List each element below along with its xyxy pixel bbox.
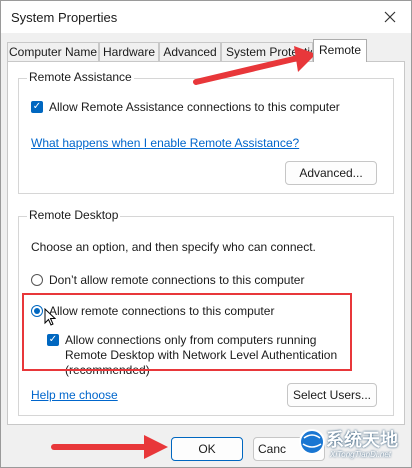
arrow-to-ok-icon (51, 435, 168, 459)
select-users-button[interactable]: Select Users... (287, 383, 377, 407)
tab-label: Remote (318, 43, 362, 57)
watermark-text: 系统天地 (326, 430, 398, 450)
remote-desktop-instructions: Choose an option, and then specify who c… (31, 240, 316, 254)
site-watermark-logo: 系统天地 XiTongTianDi.net (290, 422, 412, 468)
checkbox-checked-icon: ✓ (31, 101, 43, 113)
remote-assistance-help-link[interactable]: What happens when I enable Remote Assist… (31, 136, 299, 150)
ok-button[interactable]: OK (171, 437, 243, 461)
title-bar: System Properties (1, 1, 411, 33)
remote-desktop-heading: Remote Desktop (27, 208, 121, 222)
arrow-to-remote-tab-icon (193, 46, 316, 85)
window-title: System Properties (11, 10, 118, 25)
dont-allow-label: Don’t allow remote connections to this c… (49, 273, 305, 287)
globe-icon (299, 429, 325, 455)
annotation-highlight-box (22, 293, 352, 371)
help-me-choose-link[interactable]: Help me choose (31, 388, 118, 402)
watermark-subtext: XiTongTianDi.net (330, 450, 392, 459)
remote-assistance-group: Remote Assistance ✓ Allow Remote Assista… (18, 70, 394, 194)
allow-remote-assistance-label: Allow Remote Assistance connections to t… (49, 100, 340, 114)
tab-remote[interactable]: Remote (313, 39, 367, 62)
radio-dont-allow[interactable]: Don’t allow remote connections to this c… (31, 273, 304, 287)
remote-assistance-heading: Remote Assistance (27, 70, 134, 84)
tab-label: Hardware (102, 45, 156, 59)
tab-computer-name[interactable]: Computer Name (7, 42, 99, 61)
allow-remote-assistance-checkbox[interactable]: ✓ Allow Remote Assistance connections to… (31, 100, 340, 114)
tab-hardware[interactable]: Hardware (99, 42, 159, 61)
tab-label: Computer Name (8, 45, 98, 59)
mouse-cursor-icon (44, 308, 56, 326)
radio-unselected-icon (31, 274, 43, 286)
close-icon[interactable] (375, 3, 405, 31)
advanced-button[interactable]: Advanced... (285, 161, 377, 185)
